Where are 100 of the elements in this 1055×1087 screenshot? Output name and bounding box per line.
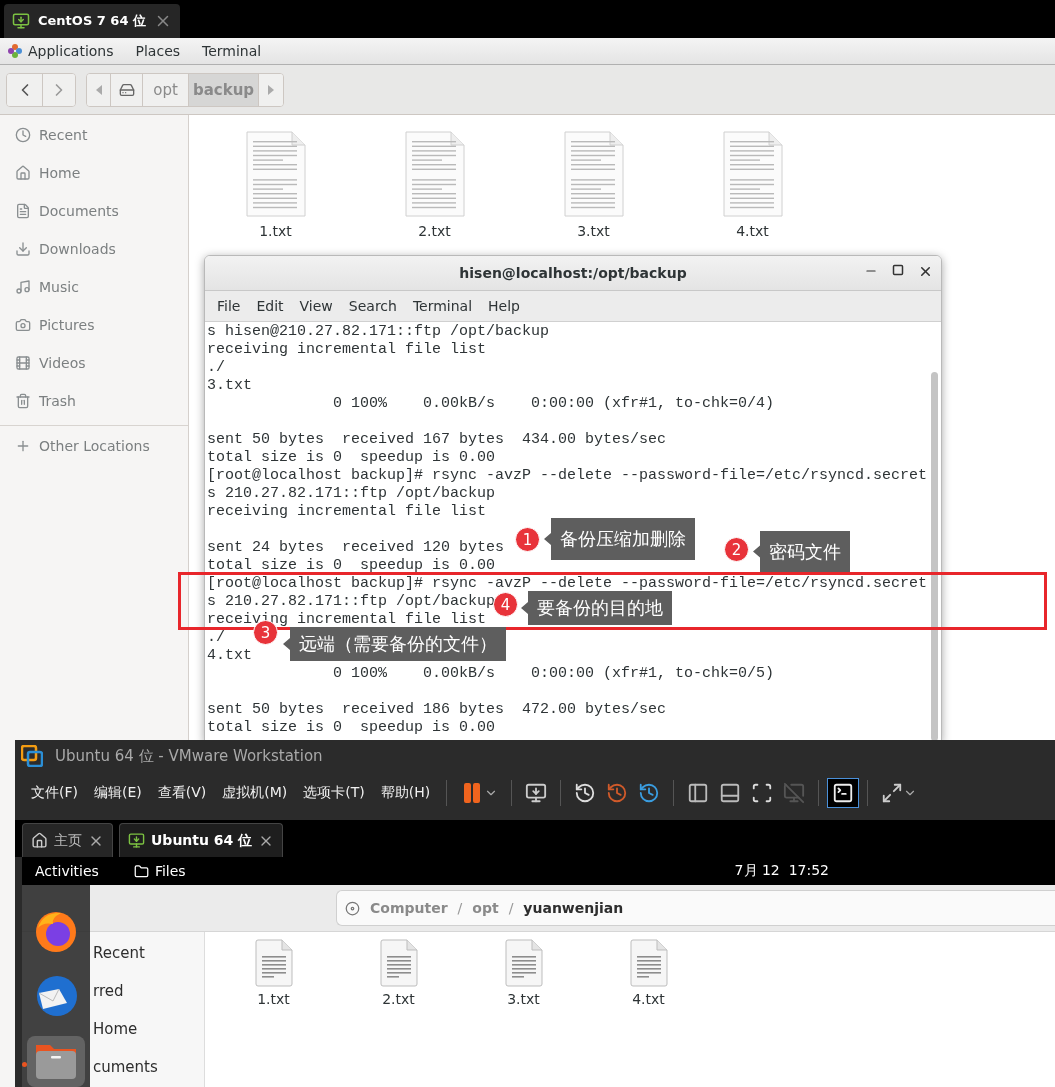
path-bar[interactable]: Computer / opt / yuanwenjian bbox=[336, 890, 1055, 926]
path-segment[interactable]: yuanwenjian bbox=[523, 900, 624, 916]
window-title: Ubuntu 64 位 - VMware Workstation bbox=[55, 746, 323, 766]
camera-icon bbox=[15, 317, 31, 333]
file-name[interactable]: 3.txt bbox=[577, 223, 610, 239]
vm-tab[interactable]: Ubuntu 64 位 bbox=[119, 823, 284, 857]
sidebar-item[interactable]: Downloads bbox=[0, 230, 188, 268]
sidebar-item[interactable]: Recent bbox=[91, 934, 204, 972]
download-icon bbox=[15, 241, 31, 257]
vm-icon bbox=[128, 832, 145, 849]
sidebar-item[interactable]: Trash bbox=[0, 382, 188, 420]
menu-item[interactable]: Search bbox=[340, 298, 405, 314]
clock[interactable]: 7月 12 17:52 bbox=[734, 862, 830, 880]
trash-icon bbox=[15, 393, 31, 409]
terminal-line: total size is 0 speedup is 0.00 bbox=[207, 719, 496, 737]
vm-icon bbox=[12, 12, 30, 30]
menu-item[interactable]: Terminal bbox=[404, 298, 481, 314]
sidebar-item[interactable]: cuments bbox=[91, 1048, 204, 1086]
document-icon[interactable] bbox=[254, 939, 293, 987]
app-name[interactable]: Files bbox=[154, 863, 186, 879]
app-logo-icon bbox=[21, 745, 43, 767]
sidebar-item[interactable]: Documents bbox=[0, 192, 188, 230]
terminal-line: 0 100% 0.00kB/s 0:00:00 (xfr#1, to-chk=0/5) bbox=[332, 665, 775, 683]
terminal-line: receiving incremental file list bbox=[207, 341, 487, 359]
sidebar-item[interactable]: Videos bbox=[0, 344, 188, 382]
document-icon[interactable] bbox=[379, 939, 418, 987]
menu-item[interactable]: Places bbox=[135, 43, 181, 59]
activities-button[interactable]: Activities bbox=[35, 863, 99, 879]
plus-icon bbox=[15, 438, 31, 454]
menu-item[interactable]: 查看(V) bbox=[149, 784, 215, 802]
menu-item[interactable]: File bbox=[209, 298, 249, 314]
home-icon bbox=[31, 832, 48, 849]
clock-icon bbox=[15, 127, 31, 143]
menu-item[interactable]: 虚拟机(M) bbox=[214, 784, 296, 802]
terminal-line: sent 50 bytes received 167 bytes 434.00 bytes/sec bbox=[207, 431, 667, 449]
path-separator: / bbox=[508, 900, 514, 916]
sidebar-item[interactable]: Other Locations bbox=[0, 431, 188, 461]
terminal-line: 3.txt bbox=[207, 377, 252, 395]
file-name[interactable]: 4.txt bbox=[736, 223, 769, 239]
running-indicator bbox=[22, 1061, 27, 1067]
sidebar-item[interactable]: Music bbox=[0, 268, 188, 306]
sidebar-item[interactable]: Home bbox=[0, 154, 188, 192]
file-name[interactable]: 1.txt bbox=[257, 991, 290, 1007]
close-icon[interactable] bbox=[918, 264, 933, 279]
terminal-line: total size is 0 speedup is 0.00 bbox=[207, 449, 496, 467]
terminal-line: s 210.27.82.171::ftp /opt/backup bbox=[207, 485, 496, 503]
sidebar-item[interactable]: Pictures bbox=[0, 306, 188, 344]
menu-item[interactable]: 选项卡(T) bbox=[295, 784, 373, 802]
terminal-line: s hisen@210.27.82.171::ftp /opt/backup bbox=[207, 323, 550, 341]
menu-item[interactable]: 文件(F) bbox=[23, 784, 86, 802]
menu-item[interactable]: 编辑(E) bbox=[86, 784, 150, 802]
file-name[interactable]: 2.txt bbox=[418, 223, 451, 239]
menu-item[interactable]: Applications bbox=[28, 43, 114, 59]
file-name[interactable]: 1.txt bbox=[259, 223, 292, 239]
vm-tab[interactable]: CentOS 7 64 位 bbox=[4, 4, 180, 38]
terminal-line: sent 50 bytes received 186 bytes 472.00 bytes/sec bbox=[207, 701, 667, 719]
triangle-right-icon bbox=[268, 84, 274, 95]
expand-icon bbox=[881, 782, 904, 804]
terminal-line: receiving incremental file list bbox=[207, 503, 487, 521]
menu-item[interactable]: Edit bbox=[248, 298, 292, 314]
annotation-callout: 备份压缩加删除 bbox=[544, 518, 695, 560]
maximize-icon[interactable] bbox=[892, 264, 904, 276]
sidebar-item[interactable]: Recent bbox=[0, 116, 188, 154]
file-name[interactable]: 2.txt bbox=[382, 991, 415, 1007]
terminal-line: s 210.27.82.171::ftp /opt/backup bbox=[207, 593, 496, 611]
music-icon bbox=[15, 279, 31, 295]
drive-icon bbox=[118, 81, 135, 98]
film-icon bbox=[15, 355, 31, 371]
annotation-callout: 密码文件 bbox=[753, 531, 850, 572]
terminal-line: [root@localhost backup]# rsync -avzP --delete --password-file=/etc/rsyncd.secret bbox=[207, 575, 928, 593]
triangle-left-icon bbox=[95, 84, 102, 95]
terminal-icon[interactable] bbox=[827, 778, 860, 808]
file-name[interactable]: 3.txt bbox=[507, 991, 540, 1007]
terminal-line: [root@localhost backup]# rsync -avzP --delete --password-file=/etc/rsyncd.secret bbox=[207, 467, 928, 485]
menu-item[interactable]: 帮助(H) bbox=[372, 784, 439, 802]
document-icon[interactable] bbox=[504, 939, 543, 987]
file-name[interactable]: 4.txt bbox=[632, 991, 665, 1007]
terminal-line: sent 24 bytes received 120 bytes bbox=[207, 539, 505, 557]
folder-icon bbox=[133, 863, 149, 879]
annotation-callout: 远端（需要备份的文件） bbox=[283, 627, 506, 661]
menu-item[interactable]: View bbox=[291, 298, 341, 314]
menu-item[interactable]: Help bbox=[480, 298, 528, 314]
document-icon bbox=[15, 203, 31, 219]
terminal-line: ./ bbox=[207, 629, 225, 647]
drive-icon bbox=[345, 900, 360, 916]
sidebar-item[interactable]: Home bbox=[91, 1010, 204, 1048]
terminal-line: total size is 0 speedup is 0.00 bbox=[207, 557, 496, 575]
scrollbar[interactable] bbox=[931, 372, 938, 741]
terminal-line: 0 100% 0.00kB/s 0:00:00 (xfr#1, to-chk=0/4) bbox=[332, 395, 775, 413]
window-title: hisen@localhost:/opt/backup bbox=[459, 265, 687, 281]
drive-button[interactable] bbox=[111, 73, 143, 106]
terminal-line: ./ bbox=[207, 359, 225, 377]
document-icon[interactable] bbox=[629, 939, 668, 987]
path-separator: / bbox=[457, 900, 463, 916]
terminal-line: 4.txt bbox=[207, 647, 252, 665]
menu-item[interactable]: Terminal bbox=[202, 43, 262, 59]
sidebar-item[interactable]: rred bbox=[91, 972, 204, 1010]
home-icon bbox=[15, 165, 31, 181]
vm-tab[interactable]: 主页 bbox=[22, 823, 113, 857]
flower-icon bbox=[8, 44, 22, 58]
